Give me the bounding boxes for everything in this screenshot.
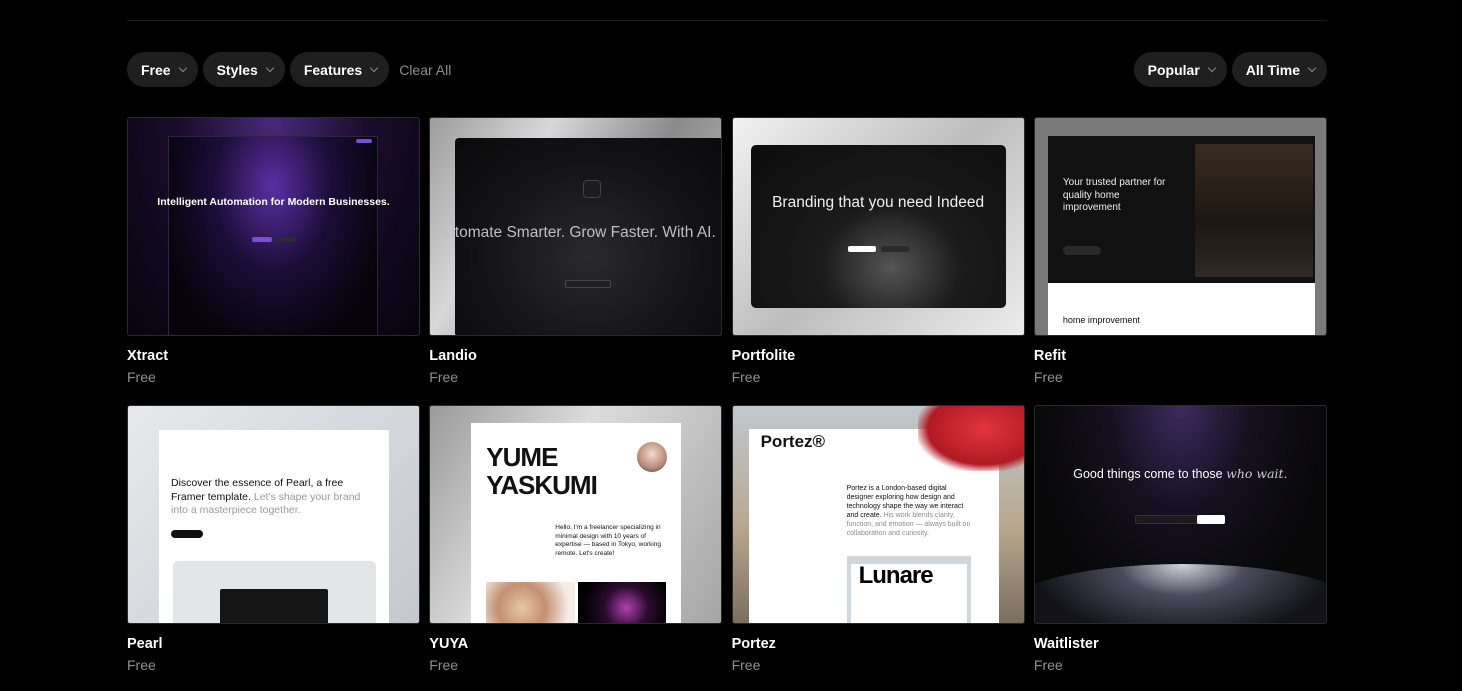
clear-all-button[interactable]: Clear All bbox=[399, 62, 451, 78]
template-price: Free bbox=[429, 657, 459, 673]
preview-cta-button bbox=[565, 280, 612, 288]
template-price: Free bbox=[731, 657, 761, 673]
time-range-dropdown[interactable]: All Time bbox=[1231, 52, 1327, 87]
preview-heading: YUME YASKUMI bbox=[486, 442, 598, 500]
filter-free-label: Free bbox=[141, 61, 171, 78]
preview-heading: Automate Smarter. Grow Faster. With AI. bbox=[435, 224, 716, 241]
preview-project-title: Lunare bbox=[858, 562, 934, 589]
preview-heading: Portez® bbox=[760, 432, 826, 451]
chevron-down-icon bbox=[1207, 63, 1217, 72]
preview-heading: Discover the essence of Pearl, a free Fr… bbox=[171, 477, 376, 518]
preview-cta-button bbox=[1062, 246, 1101, 255]
template-card-landio[interactable]: Automate Smarter. Grow Faster. With AI. … bbox=[429, 117, 723, 405]
template-name: YUYA bbox=[429, 636, 469, 652]
preview-cta-button bbox=[171, 530, 203, 538]
preview-heading: Branding that you need Indeed bbox=[772, 194, 985, 211]
preview-window bbox=[750, 145, 1006, 308]
preview-primary-button bbox=[847, 246, 876, 252]
template-preview[interactable]: Intelligent Automation for Modern Busine… bbox=[127, 117, 420, 336]
template-price: Free bbox=[429, 369, 459, 385]
template-card-pearl[interactable]: Discover the essence of Pearl, a free Fr… bbox=[127, 405, 420, 691]
preview-nav-button bbox=[356, 139, 372, 143]
time-range-label: All Time bbox=[1245, 61, 1300, 78]
sort-popular-label: Popular bbox=[1147, 61, 1200, 78]
preview-text: Hello, I'm a freelancer specializing in … bbox=[555, 524, 662, 557]
chevron-down-icon bbox=[1307, 63, 1317, 72]
template-name: Pearl bbox=[127, 636, 163, 652]
template-price: Free bbox=[127, 657, 156, 673]
preview-window bbox=[168, 136, 378, 335]
preview-heading: Your trusted partner for quality home im… bbox=[1062, 177, 1166, 213]
preview-project-image: Lunare bbox=[846, 556, 971, 623]
template-card-yuya[interactable]: YUME YASKUMI Hello, I'm a freelancer spe… bbox=[429, 405, 723, 691]
filter-features-dropdown[interactable]: Features bbox=[289, 52, 390, 87]
chevron-down-icon bbox=[369, 63, 379, 72]
preview-heading-main: Good things come to those bbox=[1073, 467, 1223, 481]
template-preview[interactable]: Discover the essence of Pearl, a free Fr… bbox=[127, 405, 420, 624]
preview-image-portrait bbox=[486, 582, 576, 623]
template-name: Waitlister bbox=[1033, 636, 1099, 652]
filter-styles-dropdown[interactable]: Styles bbox=[202, 52, 285, 87]
template-card-refit[interactable]: Your trusted partner for quality home im… bbox=[1033, 117, 1327, 405]
preview-secondary-button bbox=[880, 246, 909, 252]
template-name: Portfolite bbox=[731, 348, 796, 364]
template-preview[interactable]: Your trusted partner for quality home im… bbox=[1033, 117, 1327, 336]
template-card-portez[interactable]: Portez® Portez is a London-based digital… bbox=[731, 405, 1025, 691]
template-card-portfolite[interactable]: Branding that you need Indeed Portfolite… bbox=[731, 117, 1025, 405]
preview-dashboard bbox=[173, 561, 376, 623]
filter-free-dropdown[interactable]: Free bbox=[127, 52, 198, 87]
template-price: Free bbox=[1033, 657, 1063, 673]
chevron-down-icon bbox=[178, 63, 187, 72]
template-card-waitlister[interactable]: Good things come to those who wait. Wait… bbox=[1033, 405, 1327, 691]
preview-subheading: home improvement bbox=[1062, 315, 1140, 325]
template-preview[interactable]: Automate Smarter. Grow Faster. With AI. bbox=[429, 117, 723, 336]
filter-features-label: Features bbox=[303, 61, 363, 78]
top-divider bbox=[127, 20, 1327, 21]
template-price: Free bbox=[127, 369, 156, 385]
preview-kitchen-image bbox=[1194, 144, 1313, 277]
template-grid: Intelligent Automation for Modern Busine… bbox=[127, 117, 1327, 691]
template-name: Refit bbox=[1033, 348, 1067, 364]
template-card-xtract[interactable]: Intelligent Automation for Modern Busine… bbox=[127, 117, 420, 405]
preview-heading: Good things come to those who wait. bbox=[1035, 466, 1326, 482]
preview-lower-section bbox=[1047, 283, 1315, 335]
sort-popular-dropdown[interactable]: Popular bbox=[1133, 52, 1227, 87]
template-preview[interactable]: Branding that you need Indeed bbox=[731, 117, 1025, 336]
preview-image-sphere bbox=[578, 582, 667, 623]
preview-planet-glow bbox=[1034, 564, 1326, 623]
template-name: Landio bbox=[429, 348, 477, 364]
preview-text: Portez is a London-based digital designe… bbox=[847, 484, 972, 538]
chevron-down-icon bbox=[265, 63, 275, 72]
template-preview[interactable]: Good things come to those who wait. bbox=[1033, 405, 1327, 624]
preview-heading-italic: who wait. bbox=[1226, 466, 1288, 481]
filter-styles-label: Styles bbox=[216, 61, 258, 78]
template-preview[interactable]: Portez® Portez is a London-based digital… bbox=[731, 405, 1025, 624]
preview-logo-icon bbox=[583, 180, 602, 198]
preview-secondary-button bbox=[276, 237, 296, 242]
preview-submit-button bbox=[1196, 515, 1225, 524]
preview-heading: Intelligent Automation for Modern Busine… bbox=[157, 196, 390, 208]
template-preview[interactable]: YUME YASKUMI Hello, I'm a freelancer spe… bbox=[429, 405, 723, 624]
template-name: Xtract bbox=[127, 348, 169, 364]
preview-primary-button bbox=[252, 237, 272, 242]
preview-red-fabric bbox=[917, 406, 1024, 471]
template-name: Portez bbox=[731, 636, 776, 652]
filter-bar: Free Styles Features Clear All Popular A… bbox=[127, 52, 1327, 87]
template-price: Free bbox=[731, 369, 761, 385]
template-price: Free bbox=[1033, 369, 1063, 385]
